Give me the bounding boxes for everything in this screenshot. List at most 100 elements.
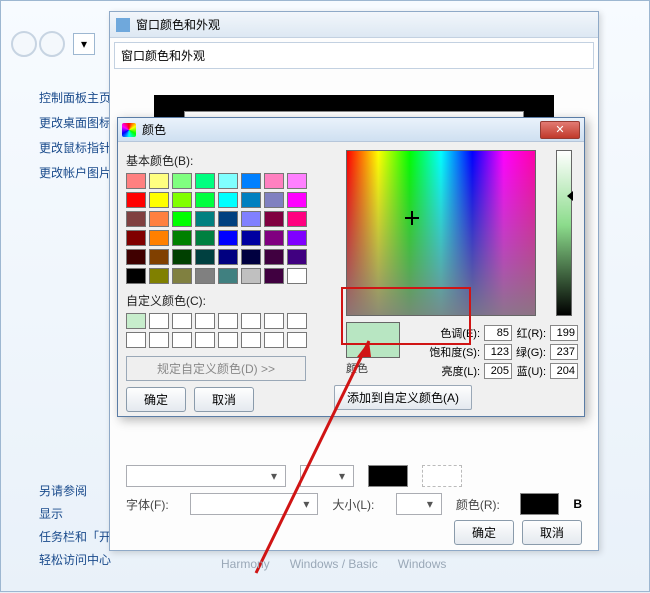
- bold-button[interactable]: B: [573, 497, 582, 511]
- basic-color-swatch[interactable]: [149, 192, 169, 208]
- custom-color-swatch[interactable]: [264, 332, 284, 348]
- custom-color-swatch[interactable]: [195, 332, 215, 348]
- custom-color-swatch[interactable]: [172, 313, 192, 329]
- basic-color-swatch[interactable]: [195, 230, 215, 246]
- hue-input[interactable]: [484, 325, 512, 341]
- basic-color-swatch[interactable]: [218, 268, 238, 284]
- close-button[interactable]: ✕: [540, 121, 580, 139]
- green-input[interactable]: [550, 344, 578, 360]
- see-also-ease[interactable]: 轻松访问中心: [39, 551, 123, 568]
- blue-input[interactable]: [550, 363, 578, 379]
- basic-color-swatch[interactable]: [172, 211, 192, 227]
- add-to-custom-button[interactable]: 添加到自定义颜色(A): [334, 385, 472, 410]
- basic-color-swatch[interactable]: [264, 211, 284, 227]
- basic-color-swatch[interactable]: [172, 249, 192, 265]
- sidebar-item-account-picture[interactable]: 更改帐户图片: [39, 164, 115, 181]
- back-button[interactable]: [11, 31, 37, 57]
- basic-color-swatch[interactable]: [218, 173, 238, 189]
- sidebar-item-mouse-pointer[interactable]: 更改鼠标指针: [39, 139, 115, 156]
- color-label: 颜色(R):: [456, 496, 506, 513]
- basic-color-swatch[interactable]: [149, 249, 169, 265]
- basic-color-swatch[interactable]: [218, 211, 238, 227]
- basic-color-swatch[interactable]: [241, 230, 261, 246]
- basic-color-swatch[interactable]: [172, 192, 192, 208]
- basic-color-swatch[interactable]: [287, 230, 307, 246]
- sidebar-item-desktop-icons[interactable]: 更改桌面图标: [39, 114, 115, 131]
- basic-color-swatch[interactable]: [241, 192, 261, 208]
- forward-button[interactable]: [39, 31, 65, 57]
- basic-color-swatch[interactable]: [287, 211, 307, 227]
- appearance-ok-button[interactable]: 确定: [454, 520, 514, 545]
- color-dialog-titlebar[interactable]: 颜色 ✕: [118, 118, 584, 142]
- size1-combo[interactable]: ▾: [300, 465, 354, 487]
- basic-color-swatch[interactable]: [264, 249, 284, 265]
- sidebar: 控制面板主页 更改桌面图标 更改鼠标指针 更改帐户图片: [39, 81, 115, 189]
- basic-color-swatch[interactable]: [172, 268, 192, 284]
- color-ok-button[interactable]: 确定: [126, 387, 186, 412]
- basic-color-swatch[interactable]: [195, 249, 215, 265]
- sidebar-home[interactable]: 控制面板主页: [39, 89, 115, 106]
- color-cancel-button[interactable]: 取消: [194, 387, 254, 412]
- custom-color-swatch[interactable]: [218, 313, 238, 329]
- custom-color-swatch[interactable]: [287, 313, 307, 329]
- basic-color-swatch[interactable]: [241, 173, 261, 189]
- basic-color-swatch[interactable]: [241, 249, 261, 265]
- basic-color-swatch[interactable]: [287, 173, 307, 189]
- custom-color-swatch[interactable]: [218, 332, 238, 348]
- color1-button[interactable]: [368, 465, 408, 487]
- font-combo[interactable]: ▾: [190, 493, 318, 515]
- custom-color-swatch[interactable]: [172, 332, 192, 348]
- basic-color-swatch[interactable]: [172, 230, 192, 246]
- basic-color-swatch[interactable]: [126, 249, 146, 265]
- size-combo[interactable]: ▾: [396, 493, 442, 515]
- basic-color-swatch[interactable]: [241, 268, 261, 284]
- basic-color-swatch[interactable]: [126, 230, 146, 246]
- custom-color-swatch[interactable]: [149, 313, 169, 329]
- basic-color-swatch[interactable]: [149, 211, 169, 227]
- footer-basic: Windows / Basic: [290, 557, 378, 571]
- color-gradient-picker[interactable]: [346, 150, 536, 316]
- custom-color-swatch[interactable]: [126, 313, 146, 329]
- custom-color-swatch[interactable]: [287, 332, 307, 348]
- custom-color-swatch[interactable]: [264, 313, 284, 329]
- basic-color-swatch[interactable]: [126, 173, 146, 189]
- basic-color-swatch[interactable]: [126, 268, 146, 284]
- basic-color-swatch[interactable]: [149, 268, 169, 284]
- basic-color-swatch[interactable]: [126, 211, 146, 227]
- basic-color-swatch[interactable]: [264, 268, 284, 284]
- basic-color-swatch[interactable]: [218, 192, 238, 208]
- luminance-slider[interactable]: [556, 150, 572, 316]
- basic-color-swatch[interactable]: [172, 173, 192, 189]
- red-input[interactable]: [550, 325, 578, 341]
- basic-color-swatch[interactable]: [195, 268, 215, 284]
- lum-input[interactable]: [484, 363, 512, 379]
- basic-color-swatch[interactable]: [149, 173, 169, 189]
- basic-color-swatch[interactable]: [287, 268, 307, 284]
- basic-color-swatch[interactable]: [287, 192, 307, 208]
- custom-color-swatch[interactable]: [195, 313, 215, 329]
- basic-color-swatch[interactable]: [218, 230, 238, 246]
- define-custom-button: 规定自定义颜色(D) >>: [126, 356, 306, 381]
- appearance-controls: ▾ ▾ 字体(F): ▾ 大小(L): ▾ 颜色(R): B: [110, 459, 598, 521]
- basic-color-swatch[interactable]: [218, 249, 238, 265]
- basic-color-swatch[interactable]: [264, 192, 284, 208]
- basic-color-swatch[interactable]: [264, 173, 284, 189]
- basic-color-swatch[interactable]: [195, 192, 215, 208]
- sat-input[interactable]: [484, 344, 512, 360]
- font-color-button[interactable]: [520, 493, 559, 515]
- basic-color-swatch[interactable]: [241, 211, 261, 227]
- basic-color-swatch[interactable]: [149, 230, 169, 246]
- basic-color-swatch[interactable]: [195, 211, 215, 227]
- custom-color-swatch[interactable]: [126, 332, 146, 348]
- custom-color-swatch[interactable]: [149, 332, 169, 348]
- basic-color-swatch[interactable]: [126, 192, 146, 208]
- basic-color-swatch[interactable]: [264, 230, 284, 246]
- appearance-cancel-button[interactable]: 取消: [522, 520, 582, 545]
- basic-color-swatch[interactable]: [195, 173, 215, 189]
- appearance-titlebar[interactable]: 窗口颜色和外观: [110, 12, 598, 38]
- custom-color-swatch[interactable]: [241, 313, 261, 329]
- item-combo[interactable]: ▾: [126, 465, 286, 487]
- color2-button[interactable]: [422, 465, 462, 487]
- basic-color-swatch[interactable]: [287, 249, 307, 265]
- custom-color-swatch[interactable]: [241, 332, 261, 348]
